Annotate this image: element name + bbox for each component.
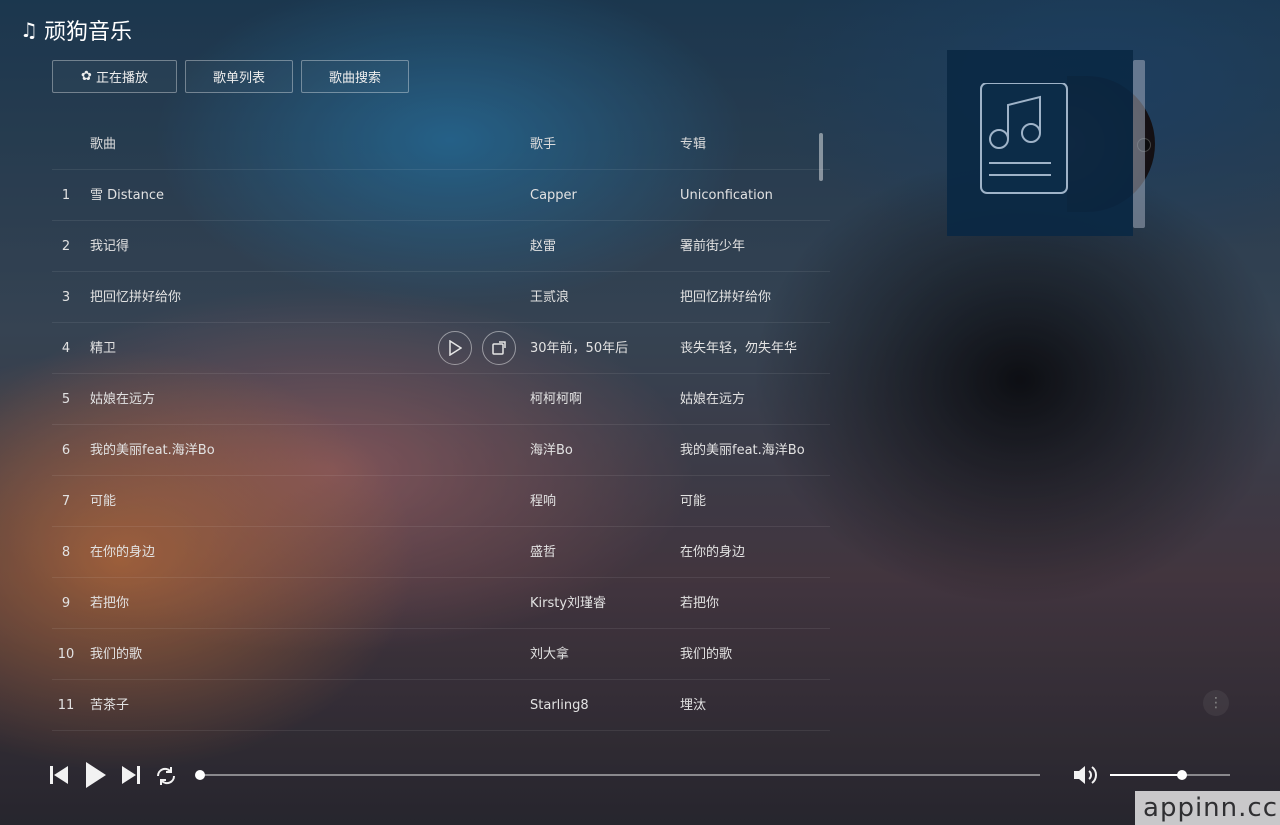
song-album: 把回忆拼好给你 (680, 290, 772, 305)
song-number: 6 (61, 443, 71, 458)
flower-icon: ✿ (81, 69, 92, 84)
table-row[interactable]: 11 苦茶子 Starling8 埋汰 (52, 680, 830, 731)
tab-search[interactable]: 歌曲搜索 (301, 60, 409, 93)
tab-search-label: 歌曲搜索 (328, 71, 381, 86)
header-album: 专辑 (680, 137, 707, 152)
song-artist: 海洋Bo (530, 443, 573, 458)
song-artist: Kirsty刘瑾睿 (530, 596, 607, 611)
song-artist: 赵雷 (530, 239, 557, 254)
song-list: 歌曲 歌手 专辑 1 雪 Distance Capper Uniconfication… (52, 119, 830, 731)
song-artist: 30年前，50年后 (530, 341, 629, 356)
song-title: 苦茶子 (90, 698, 130, 713)
song-number: 8 (61, 545, 71, 560)
player-bar (0, 750, 1280, 800)
song-title: 姑娘在远方 (90, 392, 156, 407)
song-album: 我们的歌 (680, 647, 733, 662)
music-note-icon: ♫ (20, 18, 38, 42)
table-row[interactable]: 4 精卫 30年前，50年后 丧失年轻，勿失年华 (52, 323, 830, 374)
row-play-icon[interactable] (438, 331, 472, 365)
song-album: 若把你 (680, 596, 720, 611)
song-album: 丧失年轻，勿失年华 (680, 341, 798, 356)
song-artist: 盛哲 (530, 545, 557, 560)
next-icon[interactable] (120, 764, 142, 790)
song-number: 3 (61, 290, 71, 305)
song-album: 姑娘在远方 (680, 392, 746, 407)
song-number: 7 (61, 494, 71, 509)
app-title: ♫ 顽狗音乐 (20, 14, 132, 46)
song-list-header: 歌曲 歌手 专辑 (52, 119, 830, 170)
progress-bar[interactable] (195, 770, 1040, 780)
table-row[interactable]: 8 在你的身边 盛哲 在你的身边 (52, 527, 830, 578)
table-row[interactable]: 3 把回忆拼好给你 王贰浪 把回忆拼好给你 (52, 272, 830, 323)
volume-slider[interactable] (1110, 770, 1230, 780)
row-actions (438, 331, 516, 365)
song-album: 我的美丽feat.海洋Bo (680, 443, 805, 458)
song-album: 署前街少年 (680, 239, 746, 254)
song-artist: Starling8 (530, 698, 589, 713)
volume-icon[interactable] (1072, 763, 1100, 791)
play-icon[interactable] (84, 760, 108, 794)
song-album: 埋汰 (680, 698, 707, 713)
header-artist: 歌手 (530, 137, 557, 152)
song-title: 在你的身边 (90, 545, 156, 560)
song-artist: 刘大拿 (530, 647, 570, 662)
song-artist: 柯柯柯啊 (530, 392, 583, 407)
song-title: 我们的歌 (90, 647, 143, 662)
header-title: 歌曲 (90, 137, 117, 152)
table-row[interactable]: 7 可能 程响 可能 (52, 476, 830, 527)
music-document-icon (980, 83, 1068, 194)
table-row[interactable]: 6 我的美丽feat.海洋Bo 海洋Bo 我的美丽feat.海洋Bo (52, 425, 830, 476)
list-scrollbar[interactable] (819, 133, 823, 181)
volume-knob[interactable] (1177, 770, 1187, 780)
watermark: appinn.cc (1135, 791, 1280, 825)
repeat-icon[interactable] (154, 764, 178, 792)
song-number: 1 (61, 188, 71, 203)
song-artist: 程响 (530, 494, 557, 509)
song-number: 5 (61, 392, 71, 407)
tab-now-playing-label: 正在播放 (95, 71, 148, 86)
table-row[interactable]: 10 我们的歌 刘大拿 我们的歌 (52, 629, 830, 680)
song-title: 我记得 (90, 239, 130, 254)
nav-tabs: ✿ 正在播放 歌单列表 歌曲搜索 (52, 60, 409, 93)
table-row[interactable]: 9 若把你 Kirsty刘瑾睿 若把你 (52, 578, 830, 629)
tab-playlist[interactable]: 歌单列表 (185, 60, 293, 93)
song-artist: Capper (530, 188, 577, 203)
previous-icon[interactable] (48, 764, 70, 790)
song-title: 把回忆拼好给你 (90, 290, 182, 305)
song-title: 我的美丽feat.海洋Bo (90, 443, 215, 458)
table-row[interactable]: 1 雪 Distance Capper Uniconfication (52, 170, 830, 221)
row-share-icon[interactable] (482, 331, 516, 365)
more-options-icon[interactable]: ⋮ (1203, 690, 1229, 716)
progress-knob[interactable] (195, 770, 205, 780)
song-title: 可能 (90, 494, 117, 509)
song-title: 精卫 (90, 341, 117, 356)
album-cover (947, 50, 1133, 236)
app-title-text: 顽狗音乐 (43, 20, 132, 45)
song-album: 可能 (680, 494, 707, 509)
table-row[interactable]: 2 我记得 赵雷 署前街少年 (52, 221, 830, 272)
song-album: 在你的身边 (680, 545, 746, 560)
song-number: 10 (57, 647, 75, 662)
volume-fill (1110, 774, 1182, 776)
cover-slide-handle[interactable] (1133, 60, 1145, 228)
song-number: 9 (61, 596, 71, 611)
song-number: 4 (61, 341, 71, 356)
album-cover-area (947, 50, 1157, 236)
tab-playlist-label: 歌单列表 (212, 71, 265, 86)
song-artist: 王贰浪 (530, 290, 570, 305)
song-number: 2 (61, 239, 71, 254)
song-title: 若把你 (90, 596, 130, 611)
song-title: 雪 Distance (90, 188, 164, 203)
song-number: 11 (57, 698, 75, 713)
table-row[interactable]: 5 姑娘在远方 柯柯柯啊 姑娘在远方 (52, 374, 830, 425)
song-album: Uniconfication (680, 188, 773, 203)
tab-now-playing[interactable]: ✿ 正在播放 (52, 60, 177, 93)
